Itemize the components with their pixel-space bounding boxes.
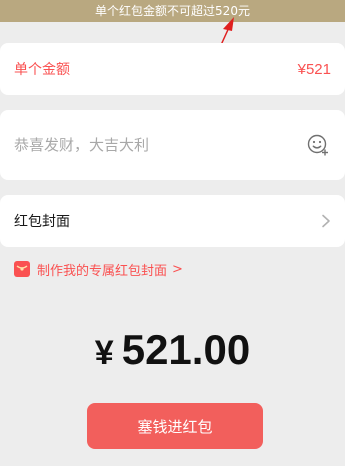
greeting-row <box>0 110 345 180</box>
single-amount-label: 单个金额 <box>14 62 70 78</box>
total-amount: ¥521.00 <box>0 323 345 380</box>
single-amount-row[interactable]: 单个金额 ¥521 <box>0 43 345 95</box>
warning-text: 单个红包金额不可超过520元 <box>95 4 250 18</box>
single-amount-value[interactable]: ¥521 <box>298 61 331 78</box>
currency-symbol: ¥ <box>94 334 114 372</box>
greeting-input[interactable] <box>14 136 274 154</box>
emoji-add-icon[interactable] <box>305 132 331 158</box>
send-red-packet-button[interactable]: 塞钱进红包 <box>87 403 263 449</box>
cover-label: 红包封面 <box>14 214 70 230</box>
amount-limit-warning: 单个红包金额不可超过520元 <box>0 0 345 22</box>
make-custom-cover-link[interactable]: 制作我的专属红包封面 > <box>14 258 183 280</box>
make-custom-cover-text: 制作我的专属红包封面 <box>37 263 168 279</box>
total-amount-value: 521.00 <box>121 326 251 373</box>
red-envelope-icon <box>14 261 30 277</box>
red-packet-cover-row[interactable]: 红包封面 <box>0 195 345 247</box>
chevron-right-icon <box>322 214 330 228</box>
chevron-right-icon: > <box>172 261 183 277</box>
